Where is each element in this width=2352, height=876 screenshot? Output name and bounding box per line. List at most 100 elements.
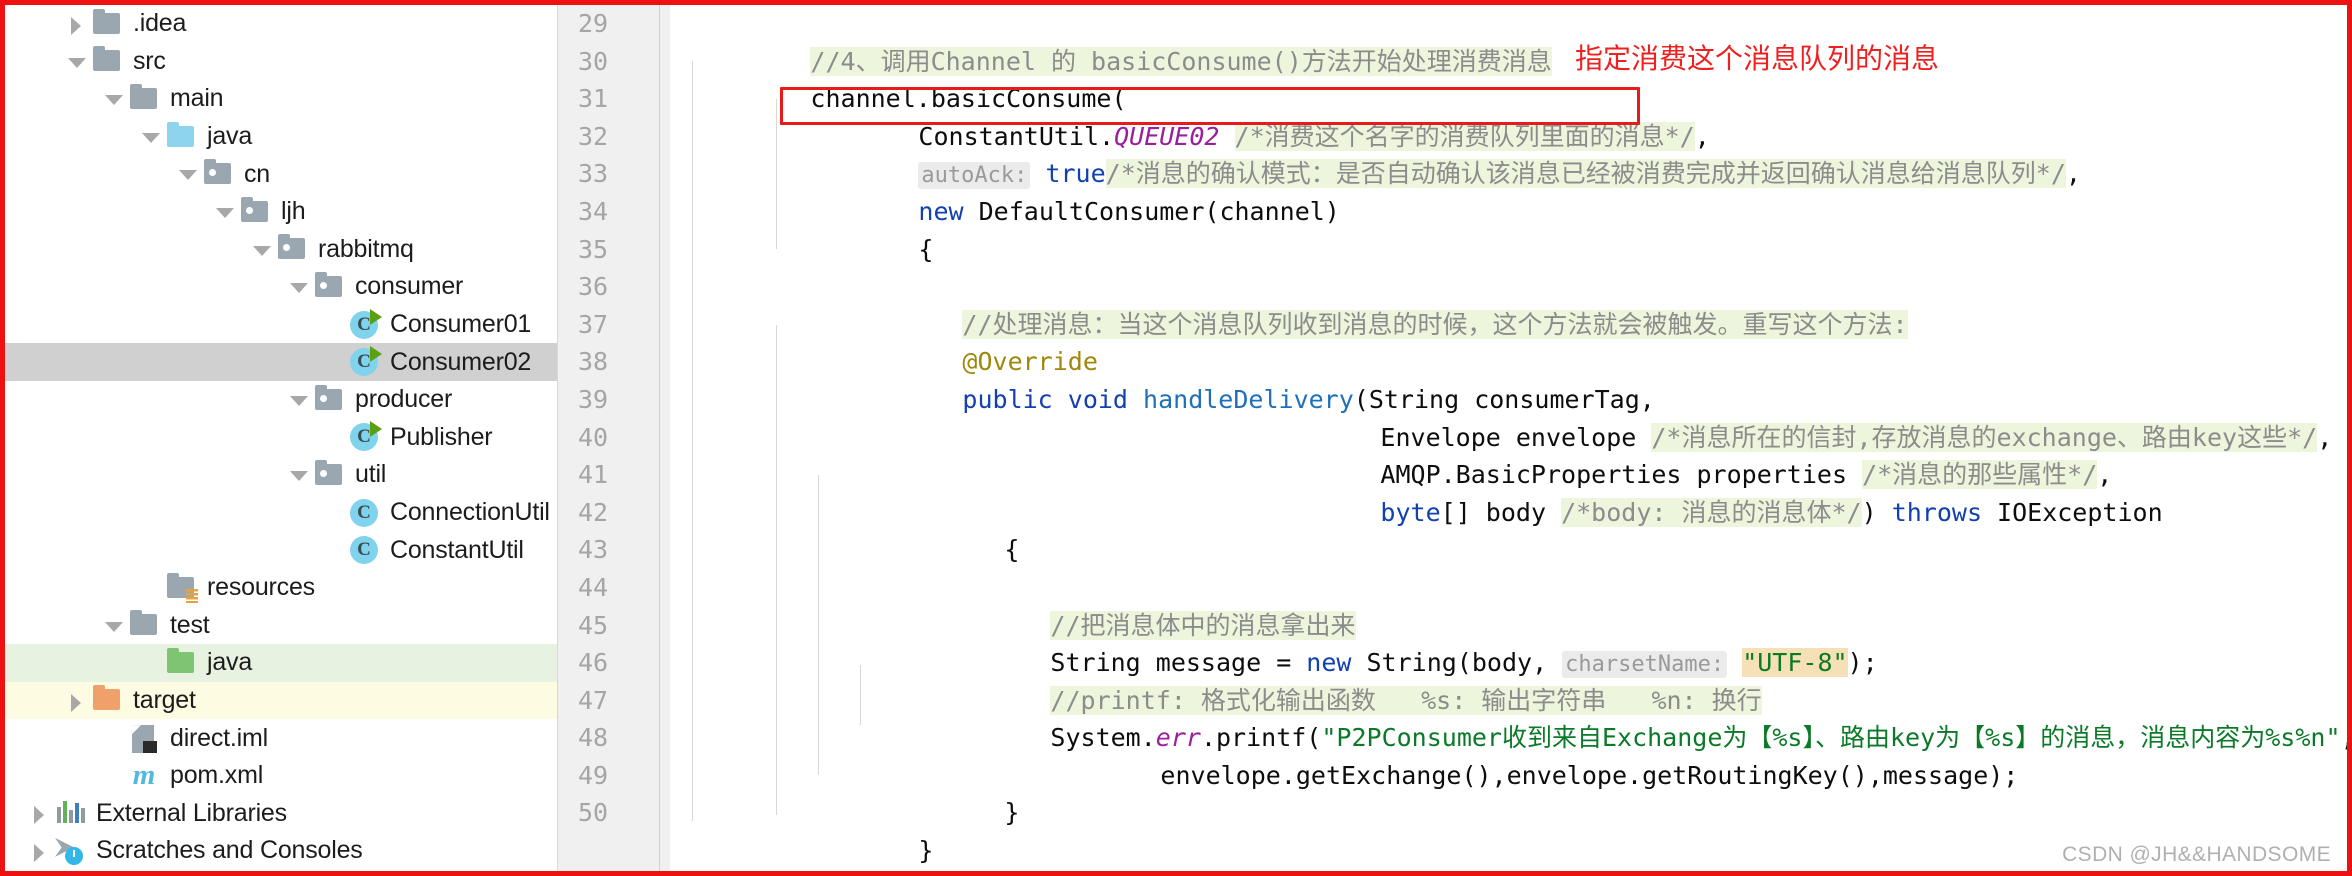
- gutter-line-number[interactable]: 41: [558, 456, 670, 494]
- gutter-line-number[interactable]: 31: [558, 80, 670, 118]
- tree-item-label: src: [133, 46, 166, 75]
- code-line: envelope.getExchange(),envelope.getRouti…: [682, 719, 2347, 790]
- package-folder-icon: [312, 384, 346, 415]
- tree-item-java[interactable]: java: [5, 644, 557, 682]
- folder-icon: [127, 610, 161, 640]
- tree-item-util[interactable]: util: [5, 456, 557, 494]
- chevron-right-icon[interactable]: [64, 5, 90, 43]
- code-line: //printf: 格式化输出函数 %s: 输出字符串 %n: 换行: [682, 644, 2347, 715]
- folder-icon: [127, 83, 161, 114]
- chevron-down-icon[interactable]: [101, 607, 127, 645]
- gutter-line-number[interactable]: 45: [558, 607, 670, 645]
- gutter-line-number[interactable]: 34: [558, 193, 670, 231]
- chevron-down-icon[interactable]: [101, 80, 127, 118]
- gutter-line-number[interactable]: 50: [558, 794, 670, 832]
- tree-item--idea[interactable]: .idea: [5, 5, 557, 43]
- gutter-line-number[interactable]: 43: [558, 531, 670, 569]
- tree-item-label: cn: [244, 159, 271, 188]
- tree-item-consumer01[interactable]: C Consumer01: [5, 306, 557, 344]
- code-line: autoAck: true/*消息的确认模式：是否自动确认该消息已经被消费完成并…: [682, 118, 2347, 190]
- tree-item-label: pom.xml: [170, 761, 264, 790]
- gutter-line-number[interactable]: 48: [558, 719, 670, 757]
- tree-item-connectionutil[interactable]: C ConnectionUtil: [5, 494, 557, 532]
- gutter-line-number[interactable]: 49: [558, 757, 670, 795]
- tree-item-main[interactable]: main: [5, 80, 557, 118]
- tree-item-external-libraries[interactable]: External Libraries: [5, 794, 557, 832]
- tree-item-publisher[interactable]: C Publisher: [5, 419, 557, 457]
- code-content[interactable]: //4、调用Channel 的 basicConsume()方法开始处理消费消息…: [670, 5, 2347, 871]
- tree-item-test[interactable]: test: [5, 607, 557, 645]
- tree-item-constantutil[interactable]: C ConstantUtil: [5, 531, 557, 569]
- tree-item-ljh[interactable]: ljh: [5, 193, 557, 231]
- tree-item-scratches-and-consoles[interactable]: Scratches and Consoles: [5, 832, 557, 870]
- scratches-icon: [53, 836, 87, 866]
- tree-item-consumer[interactable]: consumer: [5, 268, 557, 306]
- tree-item-label: java: [207, 648, 253, 677]
- test-source-folder-icon: [164, 647, 198, 678]
- watermark: CSDN @JH&&HANDSOME: [2062, 843, 2331, 866]
- gutter-line-number[interactable]: 29: [558, 5, 670, 43]
- java-runnable-class-icon: C: [349, 308, 382, 341]
- gutter-line-number[interactable]: 42: [558, 494, 670, 532]
- project-tree-panel[interactable]: .idea src main java cn ljh rabbitmq consumer C Co…: [5, 5, 558, 871]
- tree-item-rabbitmq[interactable]: rabbitmq: [5, 231, 557, 269]
- code-line: public void handleDelivery(String consum…: [682, 343, 2347, 414]
- gutter-line-number[interactable]: 35: [558, 231, 670, 269]
- code-line: ConstantUtil.QUEUE02 /*消费这个名字的消费队列里面的消息*…: [682, 80, 2347, 151]
- gutter-line-number[interactable]: 38: [558, 343, 670, 381]
- tree-item-cn[interactable]: cn: [5, 155, 557, 193]
- maven-pom-icon: m: [132, 759, 156, 792]
- chevron-down-icon[interactable]: [286, 268, 312, 306]
- gutter-line-number[interactable]: 44: [558, 569, 670, 607]
- source-root-folder-icon: [164, 121, 198, 152]
- code-line: {: [682, 494, 2347, 564]
- code-line: //把消息体中的消息拿出来: [682, 569, 2347, 640]
- chevron-right-icon[interactable]: [27, 832, 53, 870]
- gutter-line-number[interactable]: 33: [558, 155, 670, 193]
- tree-item-label: Publisher: [390, 422, 493, 451]
- tree-item-direct-iml[interactable]: direct.iml: [5, 719, 557, 757]
- code-editor[interactable]: 29 30 31 32 33 34 35 36 37 38 39 40 41 42 43 44 45 46 47 48…: [558, 5, 2347, 871]
- chevron-down-icon[interactable]: [286, 456, 312, 494]
- code-line: }: [682, 794, 2347, 865]
- tree-item-label: producer: [355, 385, 453, 414]
- ide-window: .idea src main java cn ljh rabbitmq consumer C Co…: [0, 0, 2352, 876]
- editor-gutter[interactable]: 29 30 31 32 33 34 35 36 37 38 39 40 41 42 43 44 45 46 47 48…: [558, 5, 670, 871]
- gutter-line-number[interactable]: 36: [558, 268, 670, 306]
- chevron-down-icon[interactable]: [138, 118, 164, 156]
- module-file-icon: [127, 723, 161, 754]
- gutter-line-number[interactable]: 40: [558, 419, 670, 457]
- tree-item-src[interactable]: src: [5, 43, 557, 81]
- tree-item-consumer02[interactable]: C Consumer02: [5, 343, 557, 381]
- chevron-down-icon[interactable]: [64, 43, 90, 81]
- tree-item-producer[interactable]: producer: [5, 381, 557, 419]
- gutter-line-number[interactable]: 46: [558, 644, 670, 682]
- tree-item-java[interactable]: java: [5, 118, 557, 156]
- java-runnable-class-icon: C: [349, 421, 382, 453]
- gutter-line-number[interactable]: 47: [558, 682, 670, 720]
- chevron-right-icon[interactable]: [64, 682, 90, 720]
- code-line: Envelope envelope /*消息所在的信封,存放消息的exchang…: [682, 381, 2347, 452]
- tree-item-resources[interactable]: resources: [5, 569, 557, 607]
- tree-item-target[interactable]: target: [5, 681, 557, 720]
- red-annotation-note: 指定消费这个消息队列的消息: [1575, 42, 1940, 75]
- gutter-line-number[interactable]: 37: [558, 306, 670, 344]
- tree-item-label: rabbitmq: [318, 234, 414, 263]
- code-line: byte[] body /*body: 消息的消息体*/) throws IOE…: [682, 456, 2347, 527]
- chevron-down-icon[interactable]: [249, 231, 275, 269]
- java-class-icon: C: [349, 497, 381, 529]
- tree-item-pom-xml[interactable]: m pom.xml: [5, 757, 557, 795]
- chevron-right-icon[interactable]: [27, 794, 53, 832]
- gutter-line-number[interactable]: 39: [558, 381, 670, 419]
- gutter-line-number[interactable]: 32: [558, 118, 670, 156]
- chevron-down-icon[interactable]: [175, 155, 201, 193]
- java-runnable-class-icon: C: [349, 346, 382, 378]
- gutter-line-number[interactable]: 30: [558, 43, 670, 81]
- tree-item-label: Scratches and Consoles: [96, 836, 363, 865]
- chevron-down-icon[interactable]: [286, 381, 312, 419]
- chevron-down-icon[interactable]: [212, 193, 238, 231]
